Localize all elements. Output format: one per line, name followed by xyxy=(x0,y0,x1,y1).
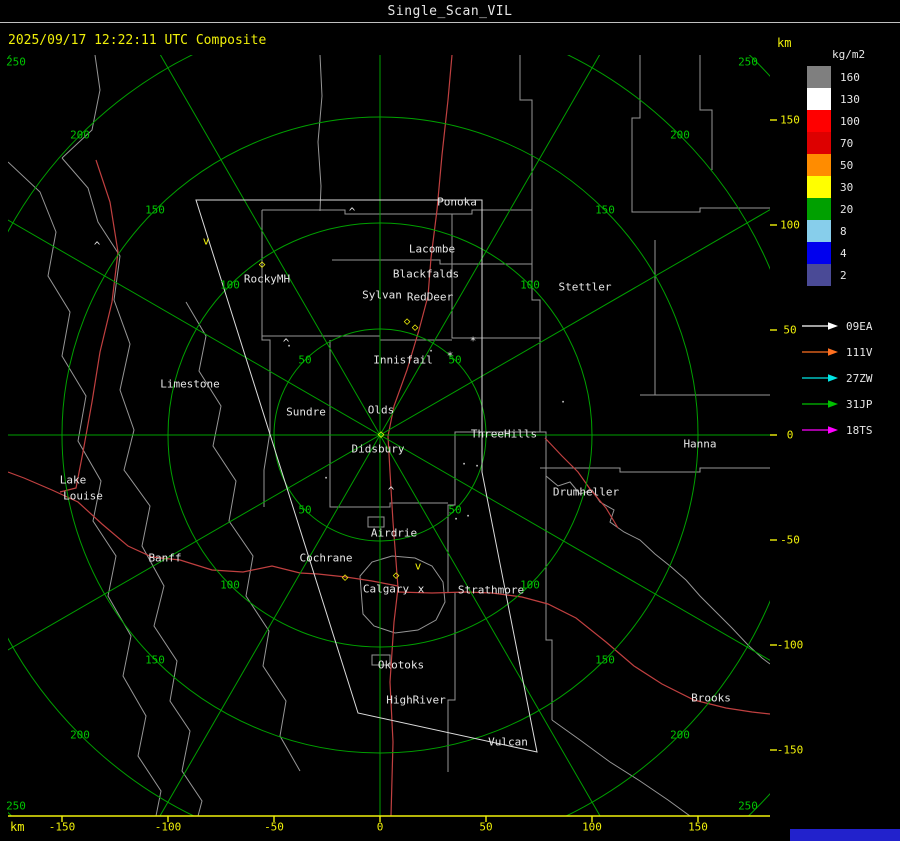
color-swatch xyxy=(807,198,831,220)
track-arrow-icon xyxy=(802,374,838,382)
color-scale-row: 20 xyxy=(807,198,860,220)
bottom-axis xyxy=(8,815,770,822)
track-arrow-icon xyxy=(802,426,838,434)
track-id: 111V xyxy=(846,345,873,359)
color-scale-value: 4 xyxy=(840,246,847,260)
radar-map-region[interactable] xyxy=(8,55,770,816)
color-scale-value: 30 xyxy=(840,180,854,194)
color-scale-row: 100 xyxy=(807,110,860,132)
storm-track-row: 09EA xyxy=(801,313,873,339)
storm-track-row: 27ZW xyxy=(801,365,873,391)
color-swatch xyxy=(807,242,831,264)
color-swatch xyxy=(807,66,831,88)
color-scale-row: 8 xyxy=(807,220,860,242)
color-scale-row: 130 xyxy=(807,88,860,110)
track-id: 09EA xyxy=(846,319,873,333)
bottom-right-blue-bar xyxy=(790,829,900,841)
color-scale-row: 160 xyxy=(807,66,860,88)
storm-track-row: 18TS xyxy=(801,417,873,443)
color-swatch xyxy=(807,220,831,242)
color-scale: 160 130 100 70 50 30 20 8 4 2 xyxy=(807,66,860,286)
color-swatch xyxy=(807,154,831,176)
color-swatch xyxy=(807,110,831,132)
color-scale-value: 160 xyxy=(840,70,860,84)
radar-app-window: Single_Scan_VIL 2025/09/17 12:22:11 UTC … xyxy=(0,0,900,841)
color-scale-row: 2 xyxy=(807,264,860,286)
color-scale-row: 30 xyxy=(807,176,860,198)
color-scale-value: 50 xyxy=(840,158,854,172)
color-scale-row: 70 xyxy=(807,132,860,154)
color-scale-value: 100 xyxy=(840,114,860,128)
color-scale-value: 130 xyxy=(840,92,860,106)
color-swatch xyxy=(807,264,831,286)
track-id: 31JP xyxy=(846,397,873,411)
track-arrow-icon xyxy=(802,400,838,408)
storm-track-row: 111V xyxy=(801,339,873,365)
track-id: 18TS xyxy=(846,423,873,437)
track-arrow-icon xyxy=(802,322,838,330)
color-swatch xyxy=(807,132,831,154)
color-scale-value: 70 xyxy=(840,136,854,150)
color-scale-value: 2 xyxy=(840,268,847,282)
track-arrow-icon xyxy=(802,348,838,356)
color-scale-value: 20 xyxy=(840,202,854,216)
legend-unit-label: kg/m2 xyxy=(832,48,866,61)
storm-track-legend: 09EA 111V 27ZW 31JP 18TS xyxy=(801,313,873,443)
color-scale-value: 8 xyxy=(840,224,847,238)
color-swatch xyxy=(807,88,831,110)
color-swatch xyxy=(807,176,831,198)
right-axis-ticks xyxy=(770,119,777,751)
color-scale-row: 50 xyxy=(807,154,860,176)
color-scale-row: 4 xyxy=(807,242,860,264)
track-id: 27ZW xyxy=(846,371,873,385)
storm-track-row: 31JP xyxy=(801,391,873,417)
